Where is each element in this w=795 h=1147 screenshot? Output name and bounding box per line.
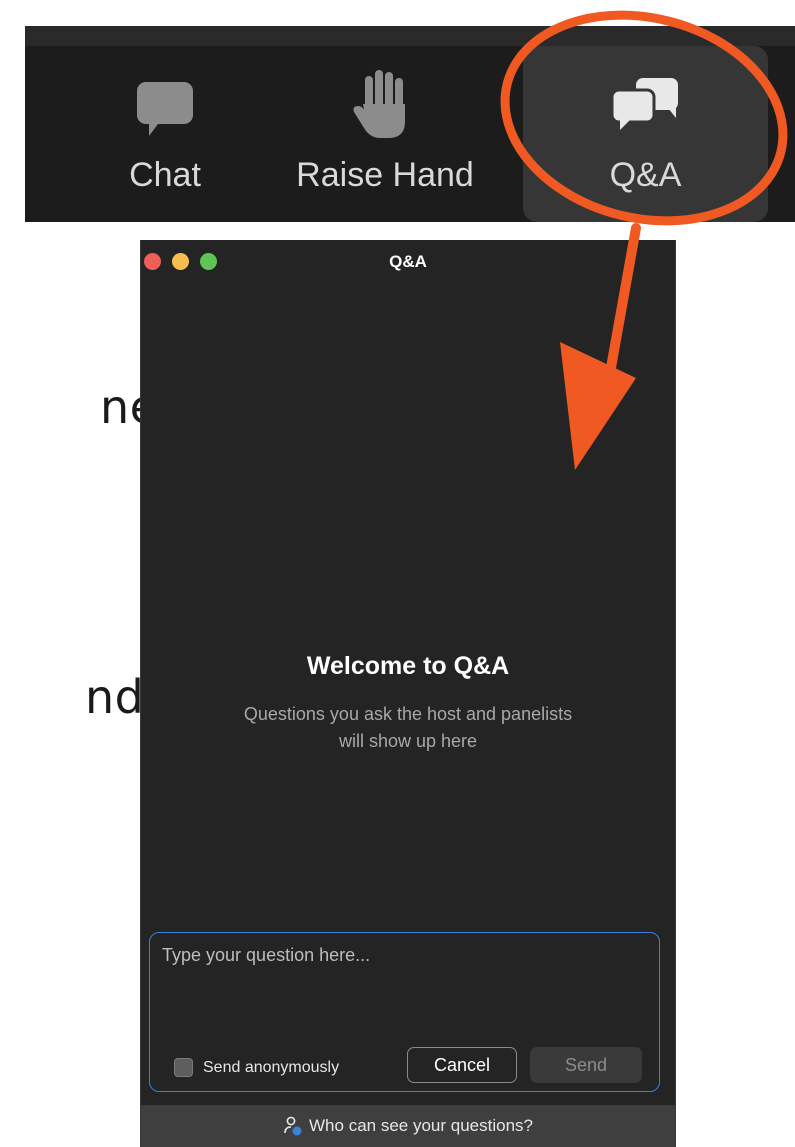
qa-bubbles-icon: [610, 78, 678, 130]
send-anonymously-option[interactable]: Send anonymously: [174, 1058, 339, 1077]
chat-label: Chat: [129, 156, 201, 194]
raised-hand-icon: [353, 70, 405, 138]
window-titlebar: Q&A: [141, 240, 675, 282]
cancel-button[interactable]: Cancel: [407, 1047, 517, 1083]
anonymous-label: Send anonymously: [203, 1058, 340, 1076]
question-composer: Send anonymously Cancel Send: [149, 932, 660, 1092]
question-input[interactable]: [160, 943, 644, 1027]
welcome-title: Welcome to Q&A: [306, 652, 510, 680]
chat-button[interactable]: Chat: [75, 46, 255, 222]
visibility-info-bar[interactable]: Who can see your questions?: [141, 1105, 675, 1147]
welcome-subtitle: Questions you ask the host and panelists…: [243, 704, 573, 751]
raise-hand-button[interactable]: Raise Hand: [275, 46, 495, 222]
slide-text-line-3: nd: [85, 670, 145, 724]
meeting-toolbar: Chat Raise Hand Q&A: [25, 26, 795, 222]
person-info-icon: [284, 1116, 302, 1136]
send-button[interactable]: Send: [530, 1047, 642, 1083]
raise-hand-label: Raise Hand: [296, 156, 474, 194]
toolbar-divider: [25, 26, 795, 46]
anonymous-checkbox[interactable]: [174, 1058, 193, 1077]
visibility-info-text: Who can see your questions?: [309, 1116, 533, 1135]
chat-bubble-icon: [137, 82, 193, 136]
qa-button[interactable]: Q&A: [523, 46, 768, 222]
window-title: Q&A: [389, 252, 427, 271]
qa-window: Q&A Welcome to Q&A Questions you ask the…: [140, 240, 676, 1147]
qa-label: Q&A: [609, 156, 682, 194]
